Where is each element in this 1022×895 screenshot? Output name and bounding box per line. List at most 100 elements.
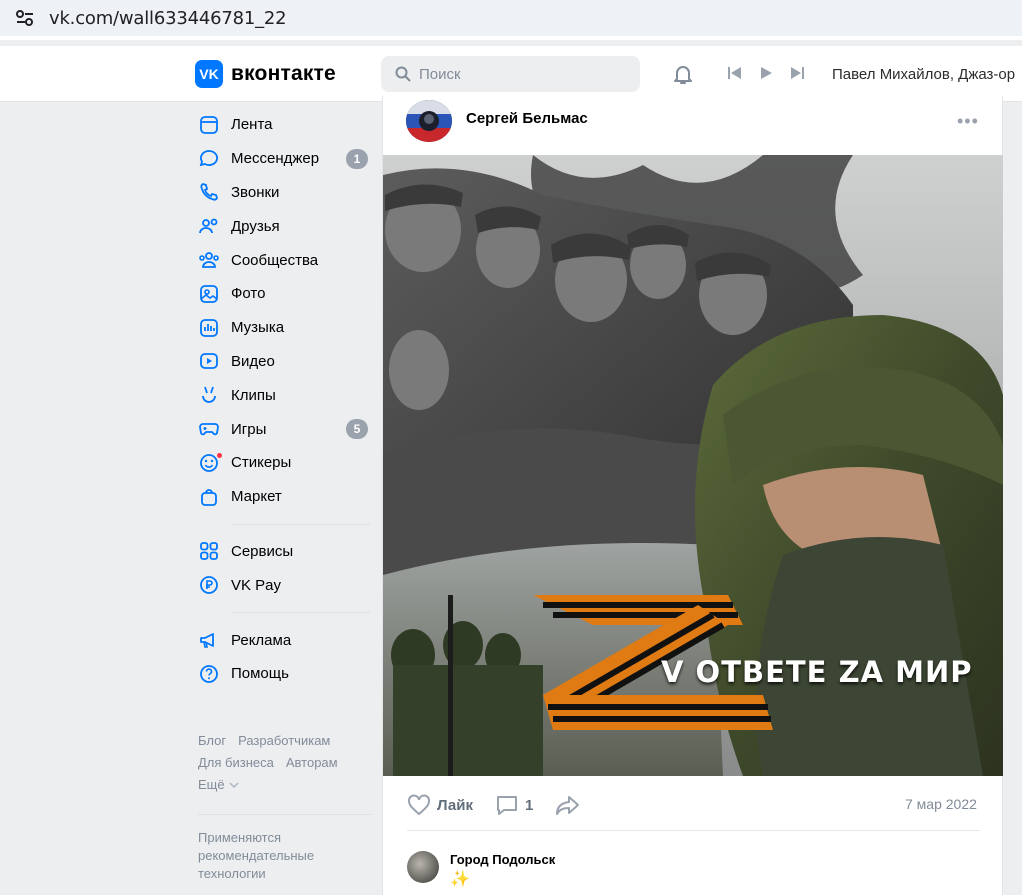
sidebar-item-label: Сервисы [231, 542, 294, 560]
wall-post: Сергей Бельмас ••• V ОТВЕТЕ ZA МИР Лайк … [382, 96, 1003, 895]
recommendation-notice[interactable]: Применяются рекомендательные технологии [198, 829, 368, 883]
address-pill[interactable]: vk.com/wall633446781_22 [0, 0, 1022, 36]
sidebar-item-label: Звонки [231, 183, 280, 201]
sidebar-item-label: Друзья [231, 217, 280, 235]
messenger-icon [197, 147, 221, 171]
footer-divider [198, 814, 372, 815]
previous-track-icon[interactable] [727, 66, 743, 80]
nav-divider [232, 612, 370, 614]
vk-logo-text: вконтакте [231, 62, 336, 85]
vkpay-icon [197, 573, 221, 597]
audio-player-controls [727, 66, 805, 80]
comments-count: 1 [524, 796, 534, 814]
sidebar-item-label: Реклама [231, 631, 292, 649]
sidebar-item-friends[interactable]: Друзья [196, 209, 372, 243]
author-avatar[interactable] [406, 100, 452, 142]
sidebar-item-label: Фото [231, 285, 266, 303]
url-text[interactable]: vk.com/wall633446781_22 [49, 8, 287, 29]
vk-logo-mark: VK [195, 60, 223, 88]
more-options-icon[interactable]: ••• [957, 111, 979, 132]
ads-icon [197, 628, 221, 652]
sidebar-item-label: Музыка [231, 319, 285, 337]
post-date[interactable]: 7 мар 2022 [905, 796, 977, 812]
help-icon [197, 662, 221, 686]
play-icon[interactable] [759, 66, 773, 80]
browser-address-bar: vk.com/wall633446781_22 [0, 0, 1022, 40]
footer-link-developers[interactable]: Разработчикам [238, 733, 330, 748]
post-author-name[interactable]: Сергей Бельмас [466, 110, 588, 127]
sidebar-item-video[interactable]: Видео [196, 345, 372, 379]
comment-icon [496, 796, 517, 815]
sidebar-item-label: Мессенджер [231, 150, 320, 168]
footer-links: Блог Разработчикам Для бизнеса Авторам Ещё [198, 730, 378, 796]
footer-more-label: Ещё [198, 777, 225, 792]
feed-icon [197, 113, 221, 137]
sidebar-item-phone[interactable]: Звонки [196, 176, 372, 210]
sidebar-item-services[interactable]: Сервисы [196, 535, 372, 569]
comment-button[interactable]: 1 [495, 794, 533, 816]
footer-link-authors[interactable]: Авторам [286, 755, 338, 770]
counter-badge: 5 [346, 419, 368, 440]
post-image-caption: V ОТВЕТЕ ZA МИР [661, 655, 973, 689]
market-icon [197, 485, 221, 509]
nav-divider [232, 523, 370, 525]
search-placeholder: Поиск [419, 65, 461, 83]
site-settings-icon[interactable] [12, 6, 38, 30]
vk-logo[interactable]: VK вконтакте [195, 60, 336, 88]
new-indicator-dot [216, 451, 223, 459]
search-icon [395, 66, 411, 82]
sidebar-item-label: Помощь [231, 665, 289, 683]
sidebar-item-vkpay[interactable]: VK Pay [196, 568, 372, 602]
now-playing-track[interactable]: Павел Михайлов, Джаз-ор [832, 66, 1022, 83]
games-icon [197, 417, 221, 441]
sidebar-item-communities[interactable]: Сообщества [196, 243, 372, 277]
chevron-down-icon [229, 782, 239, 789]
sidebar-item-label: VK Pay [231, 576, 282, 594]
sidebar-item-stickers[interactable]: Стикеры [196, 446, 372, 480]
heart-icon [408, 794, 430, 816]
sidebar-item-messenger[interactable]: Мессенджер 1 [196, 142, 372, 176]
clips-icon [197, 383, 221, 407]
sidebar-item-feed[interactable]: Лента [196, 108, 372, 142]
services-icon [197, 539, 221, 563]
stickers-icon [197, 451, 223, 475]
sidebar-item-label: Игры [231, 420, 267, 438]
footer-link-blog[interactable]: Блог [198, 733, 226, 748]
comment-text: ✨ [450, 871, 470, 888]
post-image[interactable]: V ОТВЕТЕ ZA МИР [383, 155, 1003, 776]
photo-icon [197, 282, 221, 306]
sidebar-item-games[interactable]: Игры 5 [196, 412, 372, 446]
video-icon [197, 349, 221, 373]
sidebar-item-photo[interactable]: Фото [196, 277, 372, 311]
next-track-icon[interactable] [789, 66, 805, 80]
left-sidebar: Лента Мессенджер 1 Звонки Друзья Сообщества Фо… [196, 108, 372, 691]
search-input[interactable]: Поиск [381, 56, 640, 92]
sidebar-item-label: Стикеры [231, 454, 292, 472]
music-icon [197, 316, 221, 340]
notifications-bell-icon[interactable] [671, 62, 695, 91]
post-actions: Лайк 1 [407, 794, 603, 816]
comments-divider [407, 830, 980, 831]
footer-link-business[interactable]: Для бизнеса [198, 755, 274, 770]
sidebar-item-label: Сообщества [231, 251, 319, 269]
share-icon [556, 796, 580, 815]
counter-badge: 1 [346, 148, 368, 169]
sidebar-item-help[interactable]: Помощь [196, 657, 372, 691]
phone-icon [197, 180, 221, 204]
sidebar-item-label: Клипы [231, 386, 276, 404]
sidebar-item-music[interactable]: Музыка [196, 311, 372, 345]
footer-link-more[interactable]: Ещё [198, 777, 239, 792]
sidebar-item-market[interactable]: Маркет [196, 480, 372, 514]
like-label: Лайк [437, 796, 473, 814]
sidebar-item-ads[interactable]: Реклама [196, 623, 372, 657]
commenter-name[interactable]: Город Подольск [450, 852, 555, 867]
commenter-avatar[interactable] [407, 851, 439, 883]
vk-header: VK вконтакте Поиск Павел Михайлов, Джаз-… [0, 46, 1022, 102]
sidebar-item-clips[interactable]: Клипы [196, 378, 372, 412]
share-button[interactable] [555, 794, 581, 816]
sidebar-item-label: Лента [231, 116, 273, 134]
communities-icon [197, 248, 221, 272]
sidebar-item-label: Маркет [231, 488, 282, 506]
sidebar-item-label: Видео [231, 352, 275, 370]
like-button[interactable]: Лайк [407, 794, 473, 816]
